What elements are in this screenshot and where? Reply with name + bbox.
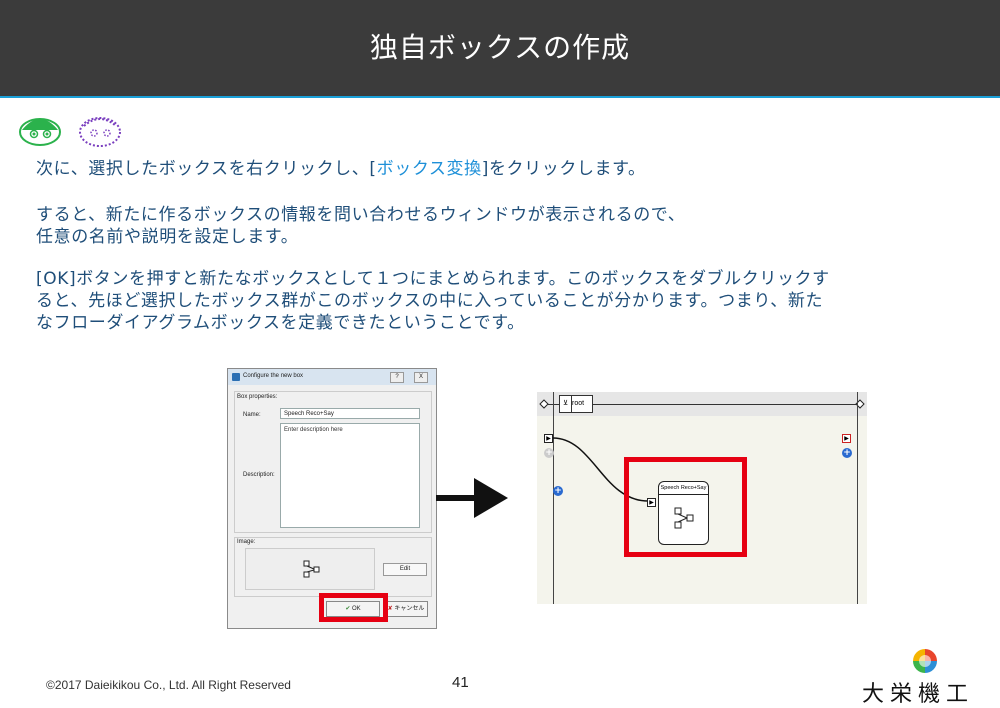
help-button[interactable]: ? [390,372,404,383]
edit-image-button[interactable]: Edit [383,563,427,576]
description-label: Description: [243,472,275,478]
slide-title: 独自ボックスの作成 [369,31,631,64]
node-highlight-frame [624,457,747,557]
image-preview [245,548,375,590]
box-properties-group: Box properties: Name: Speech Reco+Say En… [234,391,432,533]
image-label: Image: [237,539,256,545]
name-label: Name: [243,412,261,418]
close-button[interactable]: X [414,372,428,383]
image-group: Image: Edit [234,537,432,597]
right-arrow-icon [436,478,508,518]
dialog-title: Configure the new box [243,373,304,379]
description-field[interactable]: Enter description here [280,423,420,528]
cancel-label: キャンセル [394,606,425,612]
paragraph-3-line-3: なフローダイアグラムボックスを定義できたということです。 [36,313,525,333]
configure-box-dialog: Configure the new box ? X Box properties… [227,368,437,629]
root-label: root [572,400,585,407]
output-port-icon[interactable]: ▶ [842,434,851,443]
company-logo-icon [913,649,937,673]
copyright-text: ©2017 Daieikikou Co., Ltd. All Right Res… [46,678,291,692]
add-output-plus-icon[interactable]: + [842,448,852,458]
paragraph-3-line-2: ると、先ほど選択したボックス群がこのボックスの中に入っていることが分かります。つ… [36,291,824,311]
paragraph-3-line-1: [OK]ボタンを押すと新たなボックスとして１つにまとめられます。このボックスをダ… [36,269,830,289]
purple-mascot-icon [79,117,121,147]
box-properties-label: Box properties: [237,394,278,400]
paragraph-1: 次に、選択したボックスを右クリックし、[ボックス変換]をクリックします。 [36,158,646,180]
company-name: 大栄機工 [862,682,975,707]
app-icon [232,373,240,381]
paragraph-2-line-2: 任意の名前や説明を設定します。 [36,227,299,247]
mascot-icons [18,112,128,152]
ok-highlight-frame [319,593,388,622]
paragraph-2-line-1: すると、新たに作るボックスの情報を問い合わせるウィンドウが表示されるので、 [36,205,686,225]
para1-post-text: ]をクリックします。 [481,159,646,179]
root-up-icon: ⊻ [560,396,572,412]
green-mascot-icon [19,118,61,146]
dialog-title-bar: Configure the new box ? X [228,369,436,385]
root-box[interactable]: ⊻ root [559,395,593,413]
input-port-icon[interactable]: ▶ [544,434,553,443]
cancel-button[interactable]: ✘ キャンセル [384,601,428,617]
flow-editor-root-bar: ⊻ root [537,392,867,416]
cancel-icon: ✘ [387,606,393,612]
convert-box-link: ボックス変換 [376,159,482,179]
root-line-right [592,404,857,405]
name-field[interactable]: Speech Reco+Say [280,408,420,419]
right-border-line [857,392,858,604]
diagram-box-icon [303,560,320,578]
para1-pre-text: 次に、選択したボックスを右クリックし、[ [36,159,377,179]
slide-header: 独自ボックスの作成 [0,0,1000,98]
page-number: 41 [452,674,469,691]
